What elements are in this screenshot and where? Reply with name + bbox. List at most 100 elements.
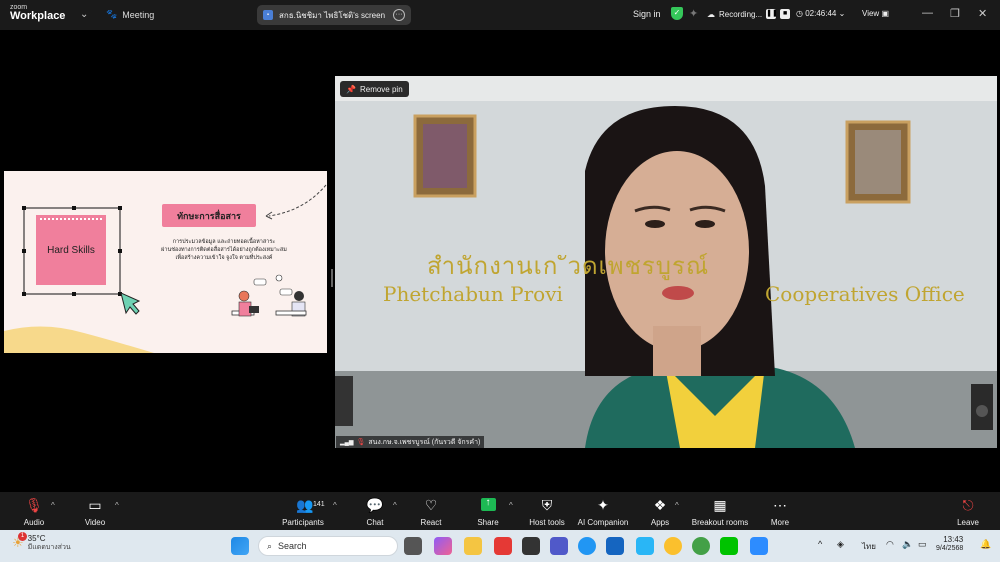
chevron-up-icon[interactable]: ^ — [818, 539, 822, 549]
react-button[interactable]: ♡ React — [416, 492, 446, 530]
app-icon[interactable] — [636, 537, 654, 555]
network-icon[interactable]: ◈ — [837, 539, 844, 550]
store-icon[interactable] — [606, 537, 624, 555]
windows-start-icon[interactable] — [231, 537, 249, 555]
wifi-icon[interactable]: ◠ — [886, 539, 894, 550]
sign-in-link[interactable]: Sign in — [633, 9, 661, 19]
office-sign-en-right: Cooperatives Office — [765, 282, 965, 306]
close-icon[interactable]: ✕ — [978, 7, 987, 20]
file-explorer-icon[interactable] — [464, 537, 482, 555]
heart-icon: ♡ — [424, 497, 438, 513]
share-button[interactable]: ↑ Share — [474, 492, 502, 530]
ai-companion-button[interactable]: ✦ AI Companion — [576, 492, 630, 530]
participant-video: สำนักงานเก ัวดเพชรบูรณ์ Phetchabun Provi… — [335, 76, 997, 448]
audio-options-chevron-icon[interactable]: ^ — [51, 501, 55, 510]
office-sign-en-left: Phetchabun Provi — [383, 282, 563, 306]
volume-icon[interactable]: 🔈 — [902, 539, 913, 550]
leave-button[interactable]: ⎋ Leave — [954, 492, 982, 530]
screen-share-icon: ▪ — [263, 10, 273, 20]
shared-slide: Hard Skills ทักษะการสื่อสาร การประมวลข้อ… — [4, 171, 327, 353]
view-menu-button[interactable]: View ▣ — [862, 9, 889, 18]
chevron-down-icon[interactable]: ⌄ — [80, 9, 88, 20]
clock-icon: ◷ — [796, 9, 806, 18]
weather-temp: 35°C — [27, 534, 46, 543]
participant-name-tag: ▂▄▆ 🎙 สนง.กษ.จ.เพชรบูรณ์ (กันรวดี จักรคำ… — [336, 436, 485, 448]
taskbar-search[interactable]: ⌕ Search — [258, 536, 398, 556]
battery-icon[interactable]: ▭ — [918, 539, 927, 550]
apps-icon: ❖ — [653, 497, 667, 513]
teams-icon[interactable] — [550, 537, 568, 555]
stop-recording-button[interactable]: ■ — [780, 9, 791, 19]
remove-pin-label: Remove pin — [359, 84, 403, 94]
meeting-label: Meeting — [122, 9, 155, 20]
signal-bars-icon: ▂▄▆ — [340, 439, 354, 446]
participants-label: Participants — [282, 518, 324, 527]
meeting-timer: ◷ 02:46:44 ⌄ — [796, 9, 845, 18]
people-illustration — [231, 274, 307, 317]
notification-bell-icon[interactable]: 🔔 — [980, 539, 991, 550]
slide-heading: ทักษะการสื่อสาร — [177, 210, 241, 221]
grid-icon: ▦ — [713, 497, 727, 513]
ai-sparkle-icon[interactable]: ✦ — [689, 7, 698, 20]
participants-count: 141 — [313, 501, 325, 508]
chevron-down-icon[interactable]: ⌄ — [836, 9, 846, 18]
breakout-rooms-button[interactable]: ▦ Breakout rooms — [690, 492, 750, 530]
video-label: Video — [84, 518, 106, 527]
hard-skills-label: Hard Skills — [47, 244, 95, 256]
share-title: สกธ.นิชชิมา ไพธิโชติ's screen — [279, 10, 386, 20]
chat-chevron-icon[interactable]: ^ — [393, 501, 397, 510]
pause-recording-button[interactable]: ❚❚ — [766, 9, 778, 19]
more-options-icon[interactable]: ··· — [393, 9, 405, 21]
zoom-logo: zoom Workplace — [10, 4, 65, 22]
app-icon[interactable] — [494, 537, 512, 555]
clock-date: 9/4/2568 — [936, 544, 964, 552]
view-label: View — [862, 9, 880, 18]
share-arrow-icon: ↑ — [480, 498, 496, 511]
remove-pin-button[interactable]: 📌 Remove pin — [340, 81, 409, 97]
share-chevron-icon[interactable]: ^ — [509, 501, 513, 510]
calendar-app-icon[interactable] — [522, 537, 540, 555]
edge-icon[interactable] — [578, 537, 596, 555]
task-view-icon[interactable] — [404, 537, 422, 555]
more-label: More — [770, 518, 790, 527]
copilot-icon[interactable] — [434, 537, 452, 555]
recording-indicator: ☁ Recording... ❚❚ ■ — [707, 9, 791, 19]
taskbar-clock[interactable]: 13:43 9/4/2568 — [936, 535, 963, 553]
host-tools-button[interactable]: ⛨ Host tools — [527, 492, 567, 530]
participants-chevron-icon[interactable]: ^ — [333, 501, 337, 510]
security-shield-icon[interactable]: ✓ — [671, 7, 683, 20]
video-button[interactable]: ▭ Video — [80, 492, 110, 530]
shared-screen-indicator[interactable]: ▪ สกธ.นิชชิมา ไพธิโชติ's screen ··· — [257, 5, 411, 25]
recording-label: Recording... — [719, 9, 763, 19]
split-view-divider[interactable] — [331, 269, 333, 287]
line-icon[interactable] — [720, 537, 738, 555]
ellipsis-icon: ⋯ — [773, 497, 787, 513]
meeting-toolbar: 🎙 Audio ^ ▭ Video ^ 👥 Participants 141 ^… — [0, 492, 1000, 530]
mic-muted-icon: 🎙 — [25, 497, 43, 513]
camera-icon: ▭ — [88, 497, 102, 513]
chat-button[interactable]: 💬 Chat — [362, 492, 388, 530]
ai-companion-label: AI Companion — [577, 518, 629, 527]
video-options-chevron-icon[interactable]: ^ — [115, 501, 119, 510]
clock-time: 13:43 — [943, 535, 964, 544]
search-placeholder: Search — [278, 541, 307, 551]
more-button[interactable]: ⋯ More — [767, 492, 793, 530]
audio-button[interactable]: 🎙 Audio — [18, 492, 50, 530]
chrome-icon[interactable] — [664, 537, 682, 555]
restore-icon[interactable]: ❐ — [950, 7, 960, 20]
host-tools-label: Host tools — [529, 518, 565, 527]
apps-chevron-icon[interactable]: ^ — [675, 501, 679, 510]
participants-button[interactable]: 👥 Participants — [280, 492, 326, 530]
title-bar: zoom Workplace ⌄ 🐾 Meeting ▪ สกธ.นิชชิมา… — [0, 0, 1000, 30]
zoom-icon[interactable] — [750, 537, 768, 555]
meeting-info-button[interactable]: 🐾 Meeting — [106, 9, 154, 20]
chrome-profile-icon[interactable] — [692, 537, 710, 555]
apps-button[interactable]: ❖ Apps — [648, 492, 672, 530]
breakout-rooms-label: Breakout rooms — [691, 518, 749, 527]
weather-widget[interactable]: ☀ 1 35°C มีแดดบางส่วน — [12, 532, 71, 551]
language-indicator[interactable]: ไทย — [862, 540, 876, 553]
minimize-icon[interactable]: — — [922, 7, 933, 19]
paw-icon: 🐾 — [106, 9, 118, 19]
slide-body-line: การประมวลข้อมูล และถ่ายทอดเนื้อหาสาระ — [172, 239, 276, 245]
windows-taskbar: ☀ 1 35°C มีแดดบางส่วน ⌕ Search ^ ◈ ไทย ◠ … — [0, 530, 1000, 562]
